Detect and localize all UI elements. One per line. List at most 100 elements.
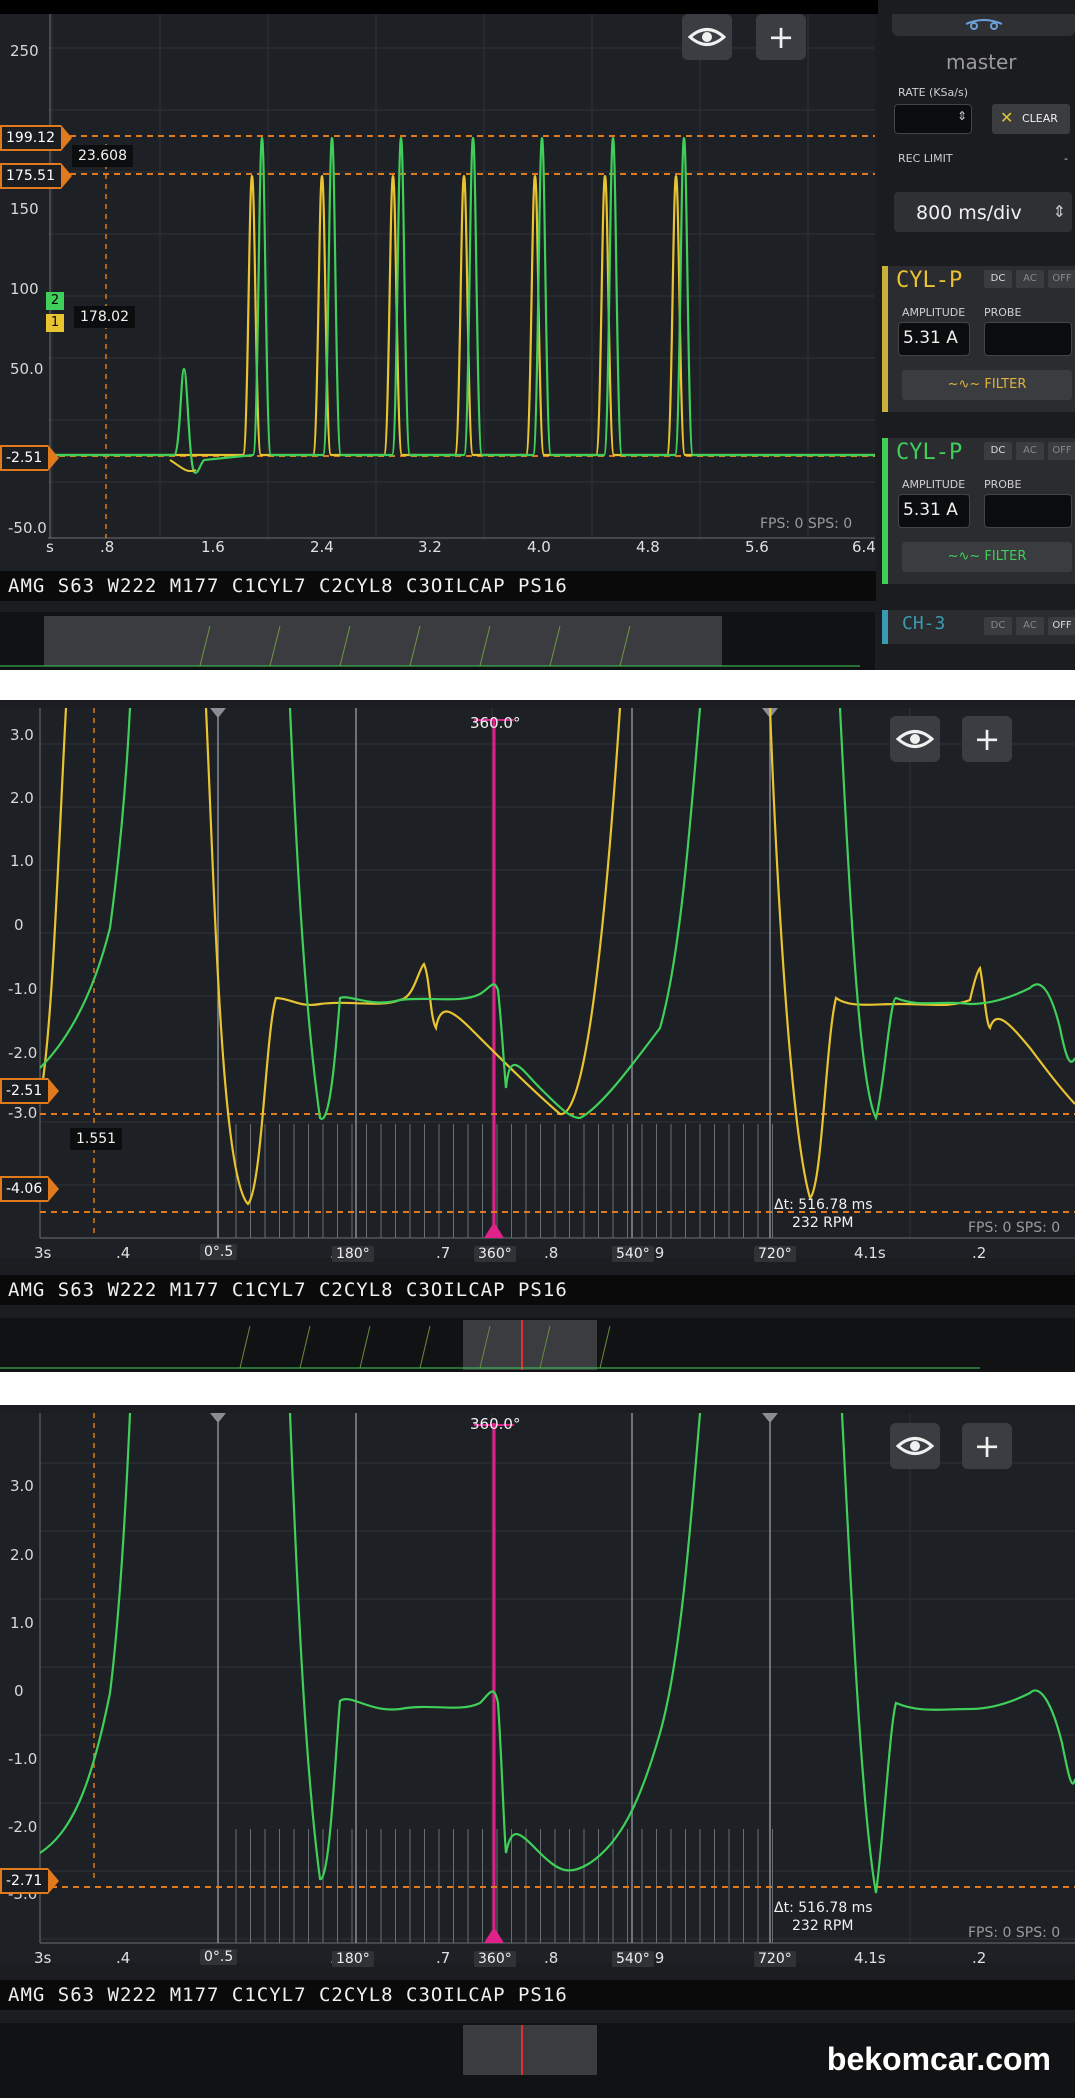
timebase-value: 800 ms/div [916, 202, 1022, 224]
plot-background [0, 14, 875, 574]
degree-tag[interactable]: 720° [754, 1951, 796, 1967]
rate-label: RATE (KSa/s) [898, 86, 968, 99]
amplitude-select[interactable]: 5.31 A [898, 494, 970, 528]
probe-label: PROBE [984, 306, 1022, 319]
delta-readout: Δt: 516.78 ms 232 RPM [774, 1196, 873, 1232]
waveform-plot[interactable] [0, 14, 875, 574]
channel-selector-bar[interactable] [892, 14, 1075, 36]
filter-label: FILTER [984, 549, 1027, 564]
amplitude-select[interactable]: 5.31 A [898, 322, 970, 356]
level-marker[interactable]: -4.06 [0, 1176, 60, 1202]
plus-icon: + [973, 1427, 1001, 1465]
plot-background [0, 1413, 1075, 1963]
degree-tag[interactable]: 180° [332, 1951, 374, 1967]
watermark: bekomcar.com [826, 2041, 1051, 2077]
channel-name: CYL-P [896, 440, 963, 465]
level-marker[interactable]: -2.71 [0, 1868, 60, 1894]
degree-tag[interactable]: 360° [474, 1951, 516, 1967]
y-tick: 3.0 [10, 726, 34, 744]
master-label: master [946, 50, 1017, 74]
degree-tag[interactable]: 540° [612, 1951, 654, 1967]
visibility-toggle-button[interactable] [890, 716, 940, 762]
amplitude-value: 5.31 A [903, 500, 958, 520]
rpm-value: 232 RPM [792, 1215, 854, 1231]
plus-icon: + [767, 18, 795, 56]
y-tick: 0 [14, 1682, 24, 1700]
off-button[interactable]: OFF [1048, 617, 1075, 635]
y-tick: 0 [14, 916, 24, 934]
off-button[interactable]: OFF [1048, 270, 1075, 288]
channel-card-2[interactable]: CYL-P DC AC OFF AMPLITUDE PROBE 5.31 A ~… [882, 438, 1075, 584]
x-tick: .4 [116, 1949, 131, 1967]
y-tick: 100 [10, 280, 39, 298]
x-tick: .2 [972, 1949, 987, 1967]
filter-button[interactable]: ~∿~ FILTER [902, 542, 1072, 572]
add-button[interactable]: + [962, 716, 1012, 762]
rec-limit-label: REC LIMIT [898, 152, 953, 165]
delta-time: Δt: 516.78 ms [774, 1900, 873, 1916]
overview-strip[interactable] [0, 1318, 1075, 1372]
off-button[interactable]: OFF [1048, 442, 1075, 460]
x-tick: 5.6 [745, 538, 769, 556]
channel-card-3[interactable]: CH-3 DC AC OFF [882, 610, 1075, 644]
probe-select[interactable] [984, 494, 1072, 528]
scope-panel-zoom-single: 3.0 2.0 1.0 0 -1.0 -2.0 -3.0 -2.71 360.0… [0, 1405, 1075, 2098]
degree-tag[interactable]: 360° [474, 1246, 516, 1262]
filter-button[interactable]: ~∿~ FILTER [902, 370, 1072, 400]
y-tick: 1.0 [10, 1614, 34, 1632]
level-marker[interactable]: 175.51 [0, 163, 72, 189]
waveform-plot[interactable] [0, 708, 1075, 1258]
scope-panel-overview: 250 150 100 50.0 -50.0 199.12 175.51 -2.… [0, 0, 1075, 670]
filter-label: FILTER [984, 377, 1027, 392]
y-tick: -3.0 [8, 1104, 38, 1122]
x-tick: .4 [116, 1244, 131, 1262]
level-marker[interactable]: -2.51 [0, 445, 60, 471]
degree-tag[interactable]: 720° [754, 1246, 796, 1262]
fps-readout: FPS: 0 SPS: 0 [968, 1925, 1061, 1941]
rpm-value: 232 RPM [792, 1918, 854, 1934]
dc-button[interactable]: DC [984, 617, 1012, 635]
timebase-select[interactable]: 800 ms/div ⇕ [894, 192, 1072, 232]
channel-card-1[interactable]: CYL-P DC AC OFF AMPLITUDE PROBE 5.31 A ~… [882, 266, 1075, 412]
y-tick: 2.0 [10, 1546, 34, 1564]
level-marker[interactable]: -2.51 [0, 1078, 60, 1104]
rate-input[interactable]: ⇕ [894, 104, 972, 134]
y-tick: -1.0 [8, 980, 38, 998]
visibility-toggle-button[interactable] [682, 14, 732, 60]
capture-title: AMG S63 W222 M177 C1CYL7 C2CYL8 C3OILCAP… [0, 1275, 1075, 1305]
stepper-icon: ⇕ [1052, 202, 1066, 221]
level-marker[interactable]: 199.12 [0, 125, 72, 151]
x-tick: s [46, 538, 54, 556]
y-tick: 1.0 [10, 852, 34, 870]
eye-icon [896, 730, 934, 748]
capture-title: AMG S63 W222 M177 C1CYL7 C2CYL8 C3OILCAP… [0, 571, 876, 601]
degree-tag[interactable]: 0°.5 [200, 1244, 238, 1260]
ac-button[interactable]: AC [1016, 442, 1044, 460]
dc-button[interactable]: DC [984, 270, 1012, 288]
probe-select[interactable] [984, 322, 1072, 356]
plot-background [0, 708, 1075, 1258]
degree-tag[interactable]: 180° [332, 1246, 374, 1262]
eye-icon [896, 1437, 934, 1455]
x-tick: 3s [34, 1949, 52, 1967]
ac-button[interactable]: AC [1016, 270, 1044, 288]
amplitude-value: 5.31 A [903, 328, 958, 348]
channel-2-badge[interactable]: 2 [46, 292, 64, 310]
visibility-toggle-button[interactable] [890, 1423, 940, 1469]
channel-name: CH-3 [902, 613, 946, 634]
dc-button[interactable]: DC [984, 442, 1012, 460]
waveform-plot[interactable] [0, 1413, 1075, 1963]
add-button[interactable]: + [962, 1423, 1012, 1469]
clear-button[interactable]: ✕ CLEAR [992, 104, 1070, 134]
x-tick: 4.8 [636, 538, 660, 556]
add-button[interactable]: + [756, 14, 806, 60]
overview-strip[interactable] [0, 612, 875, 670]
y-tick: 50.0 [10, 360, 44, 378]
y-tick: -2.0 [8, 1044, 38, 1062]
degree-tag[interactable]: 540° [612, 1246, 654, 1262]
channel-1-badge[interactable]: 1 [46, 314, 64, 332]
degree-tag[interactable]: 0°.5 [200, 1949, 238, 1965]
ac-button[interactable]: AC [1016, 617, 1044, 635]
plus-icon: + [973, 720, 1001, 758]
delta-readout: Δt: 516.78 ms 232 RPM [774, 1899, 873, 1935]
